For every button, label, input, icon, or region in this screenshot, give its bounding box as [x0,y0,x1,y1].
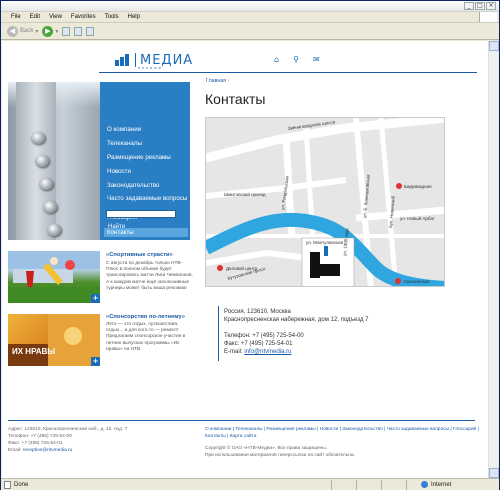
scroll-up-icon[interactable] [489,41,499,51]
copyright-line-2: При использовании материалов гиперссылка… [205,453,355,458]
maximize-icon[interactable]: □ [475,2,485,10]
footer-fax: Факс: +7 (495) 725-54-01 [8,441,63,446]
browser-window: _ □ × File Edit View Favorites Tools Hel… [0,0,500,490]
fax-text: Факс: +7 (495) 725-54-01 [224,341,293,347]
menu-file[interactable]: File [11,14,21,20]
footer-phone: Телефон: +7 (495) 725-54-00 [8,434,72,439]
internet-zone-icon [421,481,428,488]
search-input[interactable] [106,210,176,218]
status-text: Done [14,482,29,488]
mail-icon[interactable]: ✉ [313,56,320,64]
breadcrumb: Главная › [206,78,229,84]
nav-item-news[interactable]: Новости [104,168,188,175]
search-icon[interactable]: ⚲ [293,56,299,64]
menu-favorites[interactable]: Favorites [71,14,96,20]
footer-copyright: Copyright © ОАО «НТВ-Медиа». Все права з… [205,445,355,459]
home-icon[interactable]: ⌂ [274,56,279,64]
forward-button[interactable]: ▶ ▾ [42,25,58,37]
back-button[interactable]: ◀ Back ▾ [7,25,38,37]
promo-badge-text: ИХ НРАВЫ [12,347,56,356]
map-label-barrikadnaya: Баррикадная [404,184,432,189]
menu-view[interactable]: View [49,14,62,20]
site-logo[interactable]: МЕДИА [115,53,193,67]
footer-address: Адрес: 123610, Краснопресненская наб., д… [8,427,128,432]
promo-title-summer[interactable]: «Спонсорство по-летнему» [106,314,185,320]
footer-nav[interactable]: О компании | Телеканалы | Размещение рек… [205,426,480,440]
search-button[interactable]: Найти [108,224,125,230]
plus-icon[interactable]: + [91,294,100,303]
address-line-1: Россия, 123610, Москва [224,309,291,315]
chevron-down-icon[interactable]: ▾ [35,28,38,35]
promo-image-sport[interactable]: + [8,251,100,303]
nav-item-about[interactable]: О компании [104,126,188,133]
email-label: E-mail: [224,349,243,355]
promo-text-summer: Лето — это отдых, путешествия, отдых... … [106,322,186,352]
address-divider [218,306,219,361]
map-label-shmitov: Шмитовский проезд [224,191,266,197]
email-link[interactable]: info@ntvmedia.ru [244,349,291,355]
sport-scene-icon [8,251,100,303]
nav-item-ads[interactable]: Размещение рекламы [104,154,188,161]
menu-edit[interactable]: Edit [30,14,40,20]
menu-help[interactable]: Help [128,14,140,20]
footer-contacts: Адрес: 123610, Краснопресненская наб., д… [8,426,127,454]
promo-image-summer[interactable]: ИХ НРАВЫ + [8,314,100,366]
map-label-smolenskaya: Смоленская [404,279,430,284]
location-map[interactable]: Звенигородское шоссе Баррикадная Шмитовс… [205,117,445,287]
title-bar: _ □ × [1,1,499,12]
nav-item-channels[interactable]: Телеканалы [104,140,188,147]
stop-icon[interactable] [62,26,71,36]
footer-email-label: Email: [8,448,22,453]
nav-item-law[interactable]: Законодательство [104,182,188,189]
menu-bar: File Edit View Favorites Tools Help [1,12,499,23]
vertical-scrollbar[interactable] [488,41,499,478]
nav-item-faq[interactable]: Часто задаваемые вопросы [104,195,188,202]
scroll-down-icon[interactable] [489,468,499,478]
minimize-icon[interactable]: _ [464,2,474,10]
refresh-icon[interactable] [74,26,83,36]
back-label: Back [20,28,34,34]
breadcrumb-home[interactable]: Главная [206,78,226,84]
promo-title-sport[interactable]: «Спортивные страсти» [106,252,173,258]
hero-image [8,82,100,240]
home-icon[interactable] [86,26,95,36]
promo-text-sport: С августа по декабрь только НТВ-Плюс в п… [106,261,193,291]
toolbar: ◀ Back ▾ ▶ ▾ [1,23,499,40]
status-bar: Done Internet [1,478,499,490]
contact-details: Россия, 123610, Москва Краснопресненская… [224,308,368,356]
logo-text: МЕДИА [140,52,194,68]
footer-email-row: Email: reception@ntvmedia.ru [8,447,127,454]
email-row: E-mail: info@ntvmedia.ru [224,348,368,356]
logo-subtitle: ПЕРВЫЙ [138,66,163,70]
map-label-mantulinskaya: ул. Мантулинская [306,240,344,245]
menu-tools[interactable]: Tools [105,14,119,20]
header-divider [99,72,477,73]
address-line-2: Краснопресненская набережная, дом 12, по… [224,317,369,323]
zone-text: Internet [431,481,452,488]
summer-scene-icon [8,314,100,366]
copyright-line-1: Copyright © ОАО «НТВ-Медиа». Все права з… [205,446,327,451]
map-label-noviy-arbat: ул. Новый Арбат [400,215,435,221]
web-page: МЕДИА ПЕРВЫЙ ⌂ ⚲ ✉ О компании Телеканалы… [2,41,489,478]
breadcrumb-separator: › [227,78,230,84]
page-icon [4,481,11,489]
logo-mark-icon [115,54,131,66]
footer-divider [8,420,475,421]
back-arrow-icon: ◀ [7,25,18,37]
header-icons: ⌂ ⚲ ✉ [274,56,320,64]
forward-arrow-icon: ▶ [42,25,54,37]
close-icon[interactable]: × [486,2,496,10]
plus-icon[interactable]: + [91,357,100,366]
footer-email-link[interactable]: reception@ntvmedia.ru [23,448,73,453]
chevron-down-icon[interactable]: ▾ [55,28,58,35]
windows-logo-icon [479,12,497,22]
page-title: Контакты [205,91,266,107]
phone-text: Телефон: +7 (495) 725-54-00 [224,333,304,339]
